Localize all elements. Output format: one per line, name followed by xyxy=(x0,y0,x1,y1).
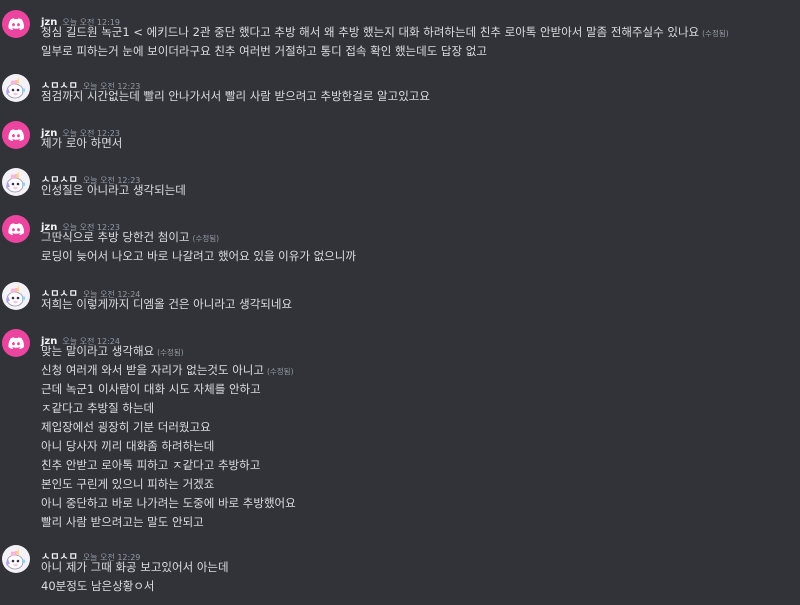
unicorn-avatar-icon[interactable] xyxy=(2,282,30,310)
edited-marker: (수정됨) xyxy=(266,367,294,376)
message-text: 40분정도 남은상황ㅇ서 xyxy=(41,579,155,593)
message-text: 아니 당사자 끼리 대화좀 하려하는데 xyxy=(41,439,215,453)
message-text: 제가 로아 하면서 xyxy=(41,136,123,150)
message-text: 청심 길드원 녹군1 < 에키드나 2관 중단 했다고 추방 해서 왜 추방 했… xyxy=(41,25,700,39)
message-line: 청심 길드원 녹군1 < 에키드나 2관 중단 했다고 추방 해서 왜 추방 했… xyxy=(41,24,729,41)
message-line: 그딴식으로 추방 당한건 첨이고 (수정됨) xyxy=(41,229,219,246)
message-text: ㅈ같다고 추방질 하는데 xyxy=(41,401,155,415)
message-text: 일부로 피하는거 눈에 보이더라구요 친추 여러번 거절하고 통디 접속 확인 … xyxy=(41,44,487,58)
message-line: 일부로 피하는거 눈에 보이더라구요 친추 여러번 거절하고 통디 접속 확인 … xyxy=(41,43,487,60)
message-text: 저희는 이렇게까지 디엠올 건은 아니라고 생각되네요 xyxy=(41,297,293,311)
message-line: 저희는 이렇게까지 디엠올 건은 아니라고 생각되네요 xyxy=(41,296,292,313)
message-text: 빨리 사람 받으려고는 말도 안되고 xyxy=(41,515,204,529)
message-line: 아니 제가 그때 화공 보고있어서 아는데 xyxy=(41,559,229,576)
unicorn-avatar-icon[interactable] xyxy=(2,545,30,573)
message-line: 빨리 사람 받으려고는 말도 안되고 xyxy=(41,514,204,531)
discord-logo-icon[interactable] xyxy=(2,215,30,243)
message-line: ㅈ같다고 추방질 하는데 xyxy=(41,400,154,417)
message-text: 신청 여러개 와서 받을 자리가 없는것도 아니고 xyxy=(41,363,264,377)
message-text: 본인도 구린게 있으니 피하는 거겠죠 xyxy=(41,477,215,491)
message-line: 40분정도 남은상황ㅇ서 xyxy=(41,578,155,595)
edited-marker: (수정됨) xyxy=(702,29,729,38)
discord-logo-icon[interactable] xyxy=(2,329,30,357)
message-line: 신청 여러개 와서 받을 자리가 없는것도 아니고 (수정됨) xyxy=(41,362,294,379)
discord-logo-icon[interactable] xyxy=(2,10,30,38)
message-line: 본인도 구린게 있으니 피하는 거겠죠 xyxy=(41,476,214,493)
message-line: 친추 안받고 로아톡 피하고 ㅈ같다고 추방하고 xyxy=(41,457,260,474)
edited-marker: (수정됨) xyxy=(157,348,184,357)
unicorn-avatar-icon[interactable] xyxy=(2,74,30,102)
message-text: 인성질은 아니라고 생각되는데 xyxy=(41,183,186,197)
discord-logo-icon[interactable] xyxy=(2,121,30,149)
message-text: 근데 녹군1 이사람이 대화 시도 자체를 안하고 xyxy=(41,382,261,396)
message-text: 아니 제가 그때 화공 보고있어서 아는데 xyxy=(41,560,229,574)
message-line: 제가 로아 하면서 xyxy=(41,135,122,152)
message-line: 로딩이 늦어서 나오고 바로 나갈려고 했어요 있을 이유가 없으니까 xyxy=(41,248,356,265)
message-line: 아니 당사자 끼리 대화좀 하려하는데 xyxy=(41,438,214,455)
chat-message-list: jzn 오늘 오전 12:19 청심 길드원 녹군1 < 에키드나 2관 중단 했다… xyxy=(0,0,800,605)
message-line: 아니 중단하고 바로 나가려는 도중에 바로 추방했어요 xyxy=(41,495,296,512)
message-line: 제입장에선 굉장히 기분 더러웠고요 xyxy=(41,419,211,436)
message-line: 근데 녹군1 이사람이 대화 시도 자체를 안하고 xyxy=(41,381,261,398)
message-text: 점검까지 시간없는데 빨리 안나가서서 빨리 사람 받으려고 추방한걸로 알고있… xyxy=(41,89,430,103)
message-line: 인성질은 아니라고 생각되는데 xyxy=(41,182,186,199)
message-line: 점검까지 시간없는데 빨리 안나가서서 빨리 사람 받으려고 추방한걸로 알고있… xyxy=(41,88,430,105)
message-text: 그딴식으로 추방 당한건 첨이고 xyxy=(41,230,190,244)
message-text: 친추 안받고 로아톡 피하고 ㅈ같다고 추방하고 xyxy=(41,458,261,472)
message-text: 아니 중단하고 바로 나가려는 도중에 바로 추방했어요 xyxy=(41,496,296,510)
message-text: 제입장에선 굉장히 기분 더러웠고요 xyxy=(41,420,211,434)
message-text: 맞는 말이라고 생각해요 xyxy=(41,344,155,358)
unicorn-avatar-icon[interactable] xyxy=(2,168,30,196)
edited-marker: (수정됨) xyxy=(192,234,220,243)
message-line: 맞는 말이라고 생각해요 (수정됨) xyxy=(41,343,184,360)
message-text: 로딩이 늦어서 나오고 바로 나갈려고 했어요 있을 이유가 없으니까 xyxy=(41,249,356,263)
